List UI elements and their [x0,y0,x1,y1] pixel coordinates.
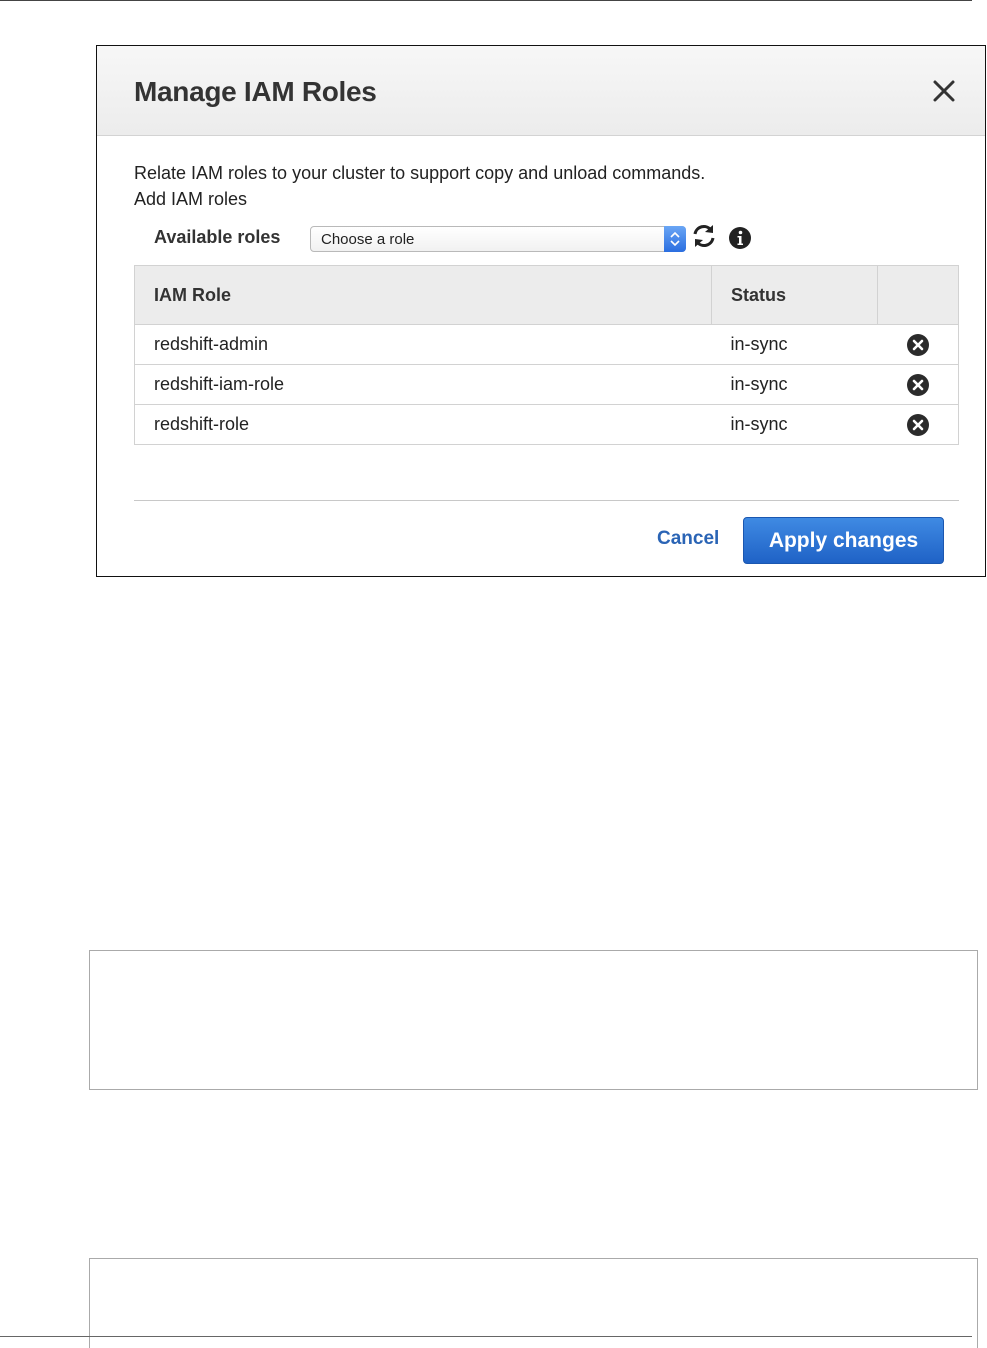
remove-circle-icon[interactable] [906,413,930,437]
table-row: redshift-iam-role in-sync [134,364,959,405]
code-block [89,950,978,1090]
refresh-icon[interactable] [690,222,718,250]
iam-roles-table: IAM Role Status redshift-admin in-sync r… [134,265,959,445]
available-roles-label: Available roles [154,227,281,247]
dialog-title: Manage IAM Roles [134,76,377,107]
page-bottom-rule [0,1336,972,1337]
info-icon[interactable] [728,226,752,250]
role-name-cell: redshift-admin [134,324,712,365]
page-top-rule [0,0,972,1]
table-header-row: IAM Role Status [134,265,959,325]
status-cell: in-sync [711,324,878,365]
dialog-description-block: Relate IAM roles to your cluster to supp… [134,160,705,212]
close-icon[interactable] [931,78,957,104]
table-row: redshift-role in-sync [134,404,959,445]
remove-cell [877,404,959,445]
apply-changes-button[interactable]: Apply changes [743,517,944,564]
manage-iam-roles-dialog: Manage IAM Roles Relate IAM roles to you… [96,45,986,577]
column-header-actions [877,265,959,325]
column-header-status: Status [711,265,878,325]
dialog-header: Manage IAM Roles [97,46,985,136]
remove-circle-icon[interactable] [906,373,930,397]
cancel-button[interactable]: Cancel [657,528,719,550]
remove-cell [877,364,959,405]
chevron-updown-icon [664,226,686,252]
status-cell: in-sync [711,404,878,445]
role-name-cell: redshift-role [134,404,712,445]
role-select-value: Choose a role [321,231,415,248]
remove-cell [877,324,959,365]
role-select[interactable]: Choose a role [310,226,686,252]
status-cell: in-sync [711,364,878,405]
role-name-cell: redshift-iam-role [134,364,712,405]
column-header-iam-role: IAM Role [134,265,712,325]
table-row: redshift-admin in-sync [134,324,959,365]
add-roles-heading: Add IAM roles [134,189,248,209]
remove-circle-icon[interactable] [906,333,930,357]
footer-divider [134,500,959,501]
dialog-description: Relate IAM roles to your cluster to supp… [134,163,706,183]
code-block [89,1258,978,1348]
